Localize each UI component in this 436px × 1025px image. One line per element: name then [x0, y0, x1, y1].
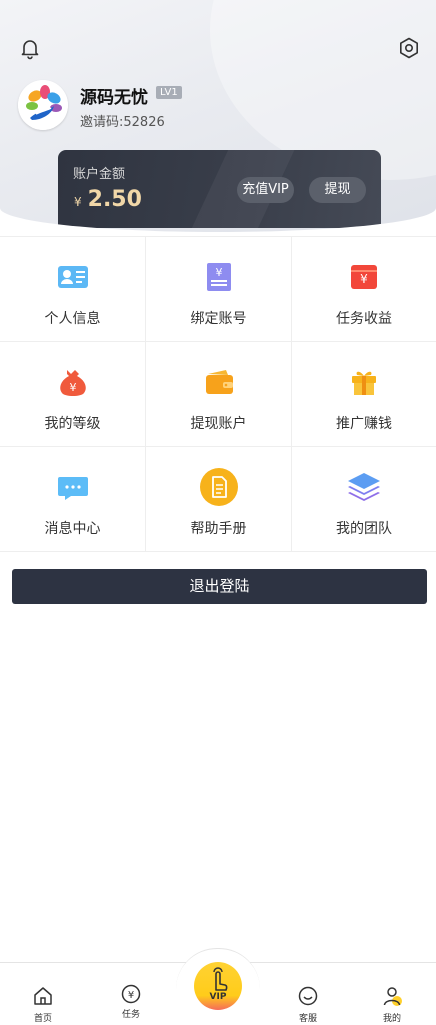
- menu-item-personal-info[interactable]: 个人信息: [0, 237, 146, 342]
- profile-header: 源码无忧 LV1 邀请码:52826 账户金额 ¥2.50 充值VIP 提现: [0, 0, 436, 232]
- svg-text:¥: ¥: [128, 990, 134, 1001]
- menu-item-label: 我的等级: [44, 416, 101, 432]
- id-card-icon: [57, 266, 88, 288]
- tab-label: 任务: [121, 1010, 140, 1020]
- wallet-icon: [205, 370, 233, 394]
- tab-label: 我的: [382, 1014, 401, 1024]
- avatar[interactable]: [18, 80, 68, 130]
- menu-item-label: 提现账户: [190, 416, 247, 432]
- menu-item-label: 个人信息: [44, 311, 101, 327]
- withdraw-button[interactable]: 提现: [309, 177, 366, 203]
- menu-item-my-level[interactable]: ¥ 我的等级: [0, 342, 146, 447]
- menu-item-task-income[interactable]: ¥ 任务收益: [292, 237, 436, 342]
- service-smile-icon: [298, 986, 318, 1006]
- menu-item-label: 任务收益: [336, 311, 392, 327]
- menu-item-message-center[interactable]: 消息中心: [0, 447, 146, 552]
- layers-icon: [348, 473, 380, 501]
- svg-text:¥: ¥: [69, 381, 76, 394]
- tab-vip[interactable]: VIP: [194, 962, 242, 1010]
- tab-home[interactable]: 首页: [13, 963, 73, 1025]
- balance-label: 账户金额: [73, 167, 126, 182]
- svg-text:¥: ¥: [215, 266, 222, 279]
- tab-mine[interactable]: 我的: [362, 963, 422, 1025]
- menu-item-label: 消息中心: [44, 521, 101, 537]
- menu-item-label: 推广赚钱: [336, 416, 392, 432]
- home-icon: [34, 987, 52, 1005]
- menu-item-label: 绑定账号: [190, 311, 247, 327]
- menu-item-promote-earn[interactable]: 推广赚钱: [292, 342, 436, 447]
- balance-card: 账户金额 ¥2.50 充值VIP 提现: [58, 150, 381, 228]
- menu-item-my-team[interactable]: 我的团队: [292, 447, 436, 552]
- menu-item-label: 帮助手册: [190, 521, 247, 537]
- avatar-logo-icon: [18, 80, 68, 130]
- bind-account-icon: ¥: [206, 263, 231, 291]
- message-icon: [57, 477, 88, 500]
- currency-symbol: ¥: [74, 195, 82, 209]
- recharge-vip-button[interactable]: 充值VIP: [237, 177, 294, 203]
- level-badge: LV1: [156, 86, 182, 99]
- tab-task[interactable]: ¥ 任务: [101, 963, 161, 1025]
- tab-service[interactable]: 客服: [278, 963, 338, 1025]
- task-income-icon: ¥: [351, 265, 377, 289]
- tab-label: 首页: [33, 1014, 52, 1024]
- bell-icon[interactable]: [18, 36, 42, 60]
- menu-item-withdraw-account[interactable]: 提现账户: [146, 342, 292, 447]
- money-bag-icon: ¥: [59, 370, 86, 396]
- tab-label: 客服: [298, 1014, 317, 1024]
- menu-item-bind-account[interactable]: ¥ 绑定账号: [146, 237, 292, 342]
- menu-item-help-manual[interactable]: 帮助手册: [146, 447, 292, 552]
- task-yen-icon: ¥: [121, 984, 141, 1004]
- username: 源码无忧: [80, 88, 148, 108]
- person-icon: [383, 987, 402, 1006]
- gear-icon[interactable]: [397, 36, 421, 60]
- tab-label: VIP: [209, 992, 227, 1002]
- balance-value: ¥2.50: [74, 187, 142, 212]
- menu-grid: 个人信息 ¥ 绑定账号 ¥ 任务收益 ¥ 我的等级 提现账户 推广赚钱 消息中心…: [0, 236, 436, 552]
- invite-code: 邀请码:52826: [80, 115, 165, 130]
- gift-icon: [352, 371, 376, 395]
- logout-button[interactable]: 退出登陆: [12, 569, 427, 604]
- balance-amount: 2.50: [87, 187, 142, 212]
- document-icon: [199, 468, 238, 506]
- tap-hand-icon: [213, 967, 228, 991]
- svg-text:¥: ¥: [360, 272, 368, 286]
- menu-item-label: 我的团队: [336, 521, 392, 537]
